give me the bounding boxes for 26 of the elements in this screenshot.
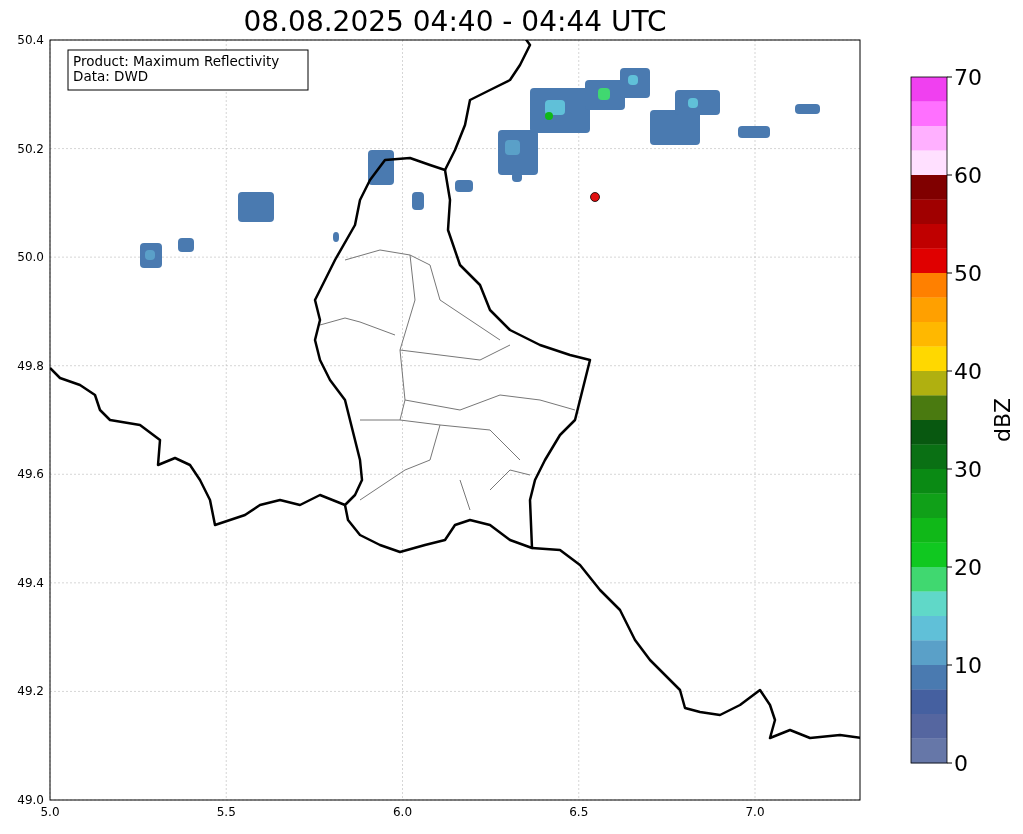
x-tick-label: 7.0 — [745, 805, 765, 819]
colorbar-tick-label: 10 — [954, 653, 982, 678]
info-text: Data: DWD — [73, 68, 149, 84]
x-tick-label: 5.5 — [216, 805, 236, 819]
colorbar-tick-label: 60 — [954, 163, 982, 188]
colorbar-tick-label: 20 — [954, 555, 982, 580]
colorbar-tick-label: 30 — [954, 457, 982, 482]
y-tick-label: 49.6 — [17, 467, 44, 482]
y-tick-label: 50.0 — [17, 250, 44, 265]
y-tick-label: 49.2 — [17, 684, 44, 699]
colorbar-tick-label: 40 — [954, 359, 982, 384]
location-marker — [590, 192, 600, 202]
info-text: Product: Maximum Reflectivity — [73, 53, 280, 69]
colorbar-tick-label: 70 — [954, 65, 982, 90]
y-tick-label: 50.4 — [17, 33, 44, 47]
y-tick-label: 49.8 — [17, 358, 44, 373]
x-tick-label: 6.5 — [569, 805, 589, 819]
chart-title: 08.08.2025 04:40 - 04:44 UTC — [243, 5, 667, 38]
x-tick-label: 5.0 — [40, 805, 60, 819]
y-tick-label: 49.0 — [17, 793, 44, 807]
y-tick-label: 50.2 — [17, 141, 44, 156]
colorbar-label: dBZ — [990, 397, 1015, 443]
colorbar-tick-label: 50 — [954, 261, 982, 286]
x-tick-label: 6.0 — [392, 805, 413, 819]
colorbar-tick-label: 0 — [954, 751, 968, 776]
y-tick-label: 49.4 — [17, 575, 44, 590]
